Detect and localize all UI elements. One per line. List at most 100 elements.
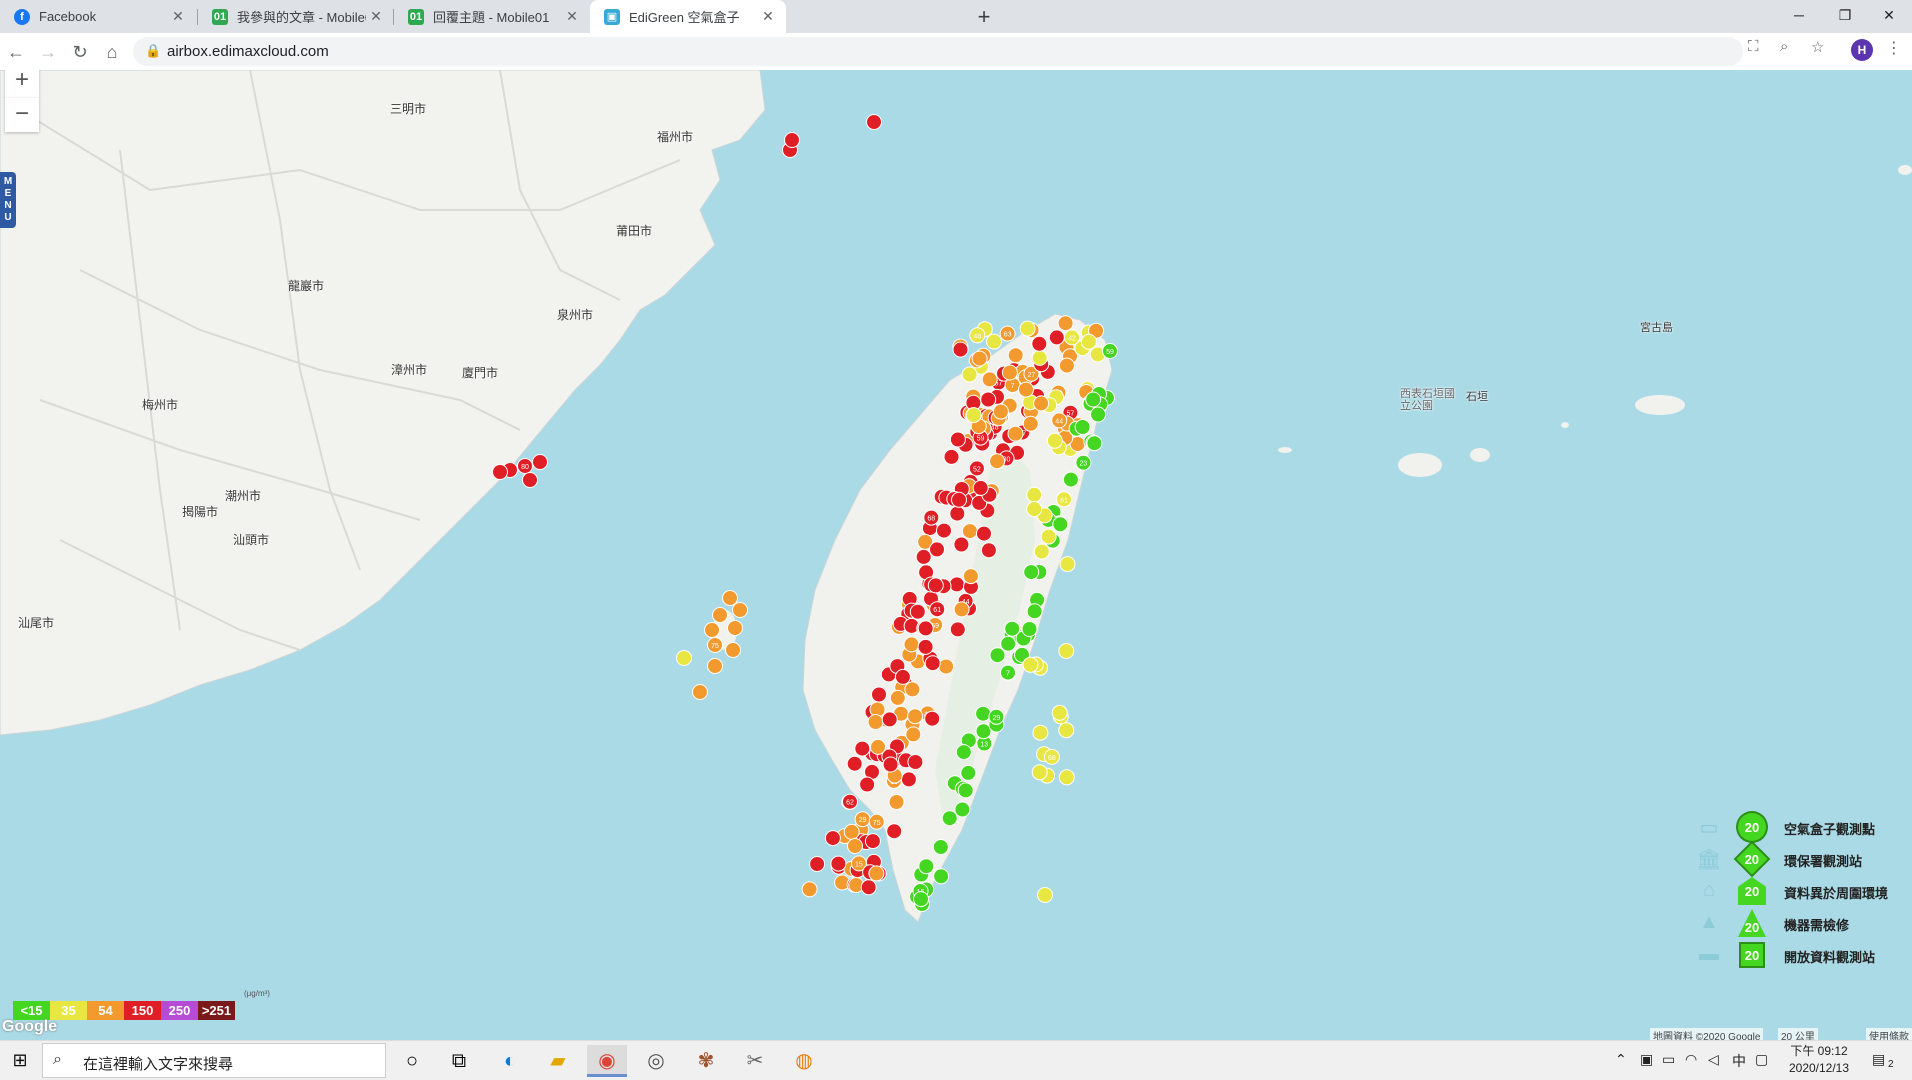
volume-icon[interactable]: ◁ xyxy=(1708,1051,1719,1068)
station-marker[interactable] xyxy=(722,590,738,606)
meet-now-icon[interactable]: ▣ xyxy=(1640,1051,1653,1068)
station-marker[interactable] xyxy=(952,341,969,358)
station-marker[interactable] xyxy=(953,536,970,553)
station-marker[interactable] xyxy=(1031,335,1048,352)
browser-menu-icon[interactable]: ⋮ xyxy=(1886,38,1902,58)
station-marker[interactable] xyxy=(932,839,949,855)
show-hidden-icons[interactable]: ⌃ xyxy=(1615,1051,1627,1068)
station-marker[interactable] xyxy=(1032,724,1049,741)
station-marker[interactable] xyxy=(1059,556,1076,573)
close-icon[interactable]: ✕ xyxy=(562,8,582,25)
station-marker[interactable] xyxy=(927,577,944,594)
station-marker[interactable] xyxy=(965,407,982,424)
station-marker[interactable] xyxy=(936,522,952,539)
air-quality-map[interactable]: 5952635742482744627132923156168807559526… xyxy=(0,70,1912,1040)
station-marker[interactable] xyxy=(949,431,966,448)
station-marker[interactable] xyxy=(712,607,728,623)
station-marker[interactable] xyxy=(954,801,971,818)
station-marker[interactable] xyxy=(882,756,899,773)
station-marker[interactable] xyxy=(938,658,955,675)
station-marker[interactable] xyxy=(1058,643,1075,659)
back-button[interactable]: ← xyxy=(2,38,30,66)
station-marker[interactable] xyxy=(1062,471,1079,488)
station-marker[interactable] xyxy=(846,755,863,772)
station-marker[interactable] xyxy=(903,636,920,653)
terms-link[interactable]: 使用條款 xyxy=(1866,1028,1912,1040)
station-marker[interactable] xyxy=(989,453,1006,470)
minimize-button[interactable]: ─ xyxy=(1776,0,1822,33)
station-marker[interactable] xyxy=(1031,349,1048,366)
station-marker[interactable] xyxy=(917,638,934,655)
app-icon[interactable]: ✂ xyxy=(735,1045,775,1077)
station-marker[interactable] xyxy=(951,491,967,508)
station-marker[interactable] xyxy=(707,658,723,674)
task-view-icon[interactable]: ⧉ xyxy=(439,1045,479,1077)
ime-indicator[interactable]: 中 xyxy=(1732,1051,1746,1071)
station-marker[interactable] xyxy=(1058,769,1075,786)
station-marker[interactable] xyxy=(881,711,898,728)
station-marker[interactable] xyxy=(1022,656,1039,673)
station-marker[interactable] xyxy=(843,823,860,840)
station-marker[interactable] xyxy=(1001,364,1018,381)
station-marker[interactable] xyxy=(1000,635,1017,652)
station-marker[interactable] xyxy=(1048,329,1065,346)
tab-facebook[interactable]: f Facebook ✕ xyxy=(0,0,196,33)
wifi-icon[interactable]: ◠ xyxy=(1685,1051,1697,1068)
tab-edigreen[interactable]: ▣ EdiGreen 空氣盒子 ✕ xyxy=(590,0,786,33)
station-marker[interactable] xyxy=(948,576,965,593)
station-marker[interactable] xyxy=(1026,486,1043,503)
station-marker[interactable] xyxy=(888,794,905,810)
station-marker[interactable] xyxy=(955,744,972,761)
station-marker[interactable] xyxy=(1037,887,1053,903)
taskbar-clock[interactable]: 下午 09:12 2020/12/13 xyxy=(1781,1043,1857,1077)
station-marker[interactable] xyxy=(725,642,741,658)
station-marker[interactable] xyxy=(980,542,997,559)
station-marker[interactable] xyxy=(960,764,977,781)
station-marker[interactable] xyxy=(847,838,863,854)
reload-button[interactable]: ↻ xyxy=(66,38,94,66)
station-marker[interactable] xyxy=(870,738,886,755)
edge-icon[interactable]: ◐ xyxy=(490,1045,530,1077)
station-marker[interactable] xyxy=(732,602,748,618)
home-button[interactable]: ⌂ xyxy=(98,38,126,66)
station-marker[interactable] xyxy=(975,705,992,722)
station-marker[interactable] xyxy=(971,350,988,367)
station-marker[interactable] xyxy=(1018,381,1034,398)
station-marker[interactable] xyxy=(980,391,997,408)
forward-button[interactable]: → xyxy=(34,38,62,66)
chrome-icon[interactable]: ◉ xyxy=(587,1045,627,1077)
station-marker[interactable] xyxy=(676,650,692,666)
station-marker[interactable] xyxy=(1021,621,1038,637)
cortana-icon[interactable]: ○ xyxy=(392,1045,432,1077)
station-marker[interactable] xyxy=(522,472,538,488)
station-marker[interactable] xyxy=(1031,764,1048,781)
station-marker[interactable] xyxy=(907,708,924,725)
input-mode-icon[interactable]: ▢ xyxy=(1755,1051,1768,1068)
station-marker[interactable] xyxy=(1074,419,1091,435)
station-marker[interactable] xyxy=(1046,432,1063,449)
notification-icon[interactable]: ▤ xyxy=(1872,1051,1885,1068)
new-tab-button[interactable]: + xyxy=(970,3,998,31)
station-marker[interactable] xyxy=(915,548,932,565)
station-marker[interactable] xyxy=(981,371,998,388)
station-marker[interactable] xyxy=(492,464,508,480)
station-marker[interactable] xyxy=(949,505,966,522)
station-marker[interactable] xyxy=(859,776,876,793)
station-marker[interactable] xyxy=(1026,603,1043,620)
station-marker[interactable] xyxy=(917,620,934,637)
station-marker[interactable] xyxy=(949,621,966,638)
station-marker[interactable] xyxy=(904,681,921,698)
station-marker[interactable] xyxy=(924,655,941,672)
station-marker[interactable] xyxy=(1090,406,1107,423)
station-marker[interactable] xyxy=(727,620,743,636)
station-marker[interactable] xyxy=(976,525,992,542)
close-icon[interactable]: ✕ xyxy=(366,8,386,25)
station-marker[interactable] xyxy=(1022,415,1039,432)
station-marker[interactable] xyxy=(824,830,841,847)
translate-icon[interactable]: ⛶ xyxy=(1748,38,1759,55)
profile-avatar[interactable]: H xyxy=(1851,39,1873,61)
file-explorer-icon[interactable]: ▰ xyxy=(538,1045,578,1077)
station-marker[interactable] xyxy=(943,448,960,465)
restore-button[interactable]: ❐ xyxy=(1822,0,1868,33)
menu-toggle-tab[interactable]: M E N U xyxy=(0,172,16,228)
